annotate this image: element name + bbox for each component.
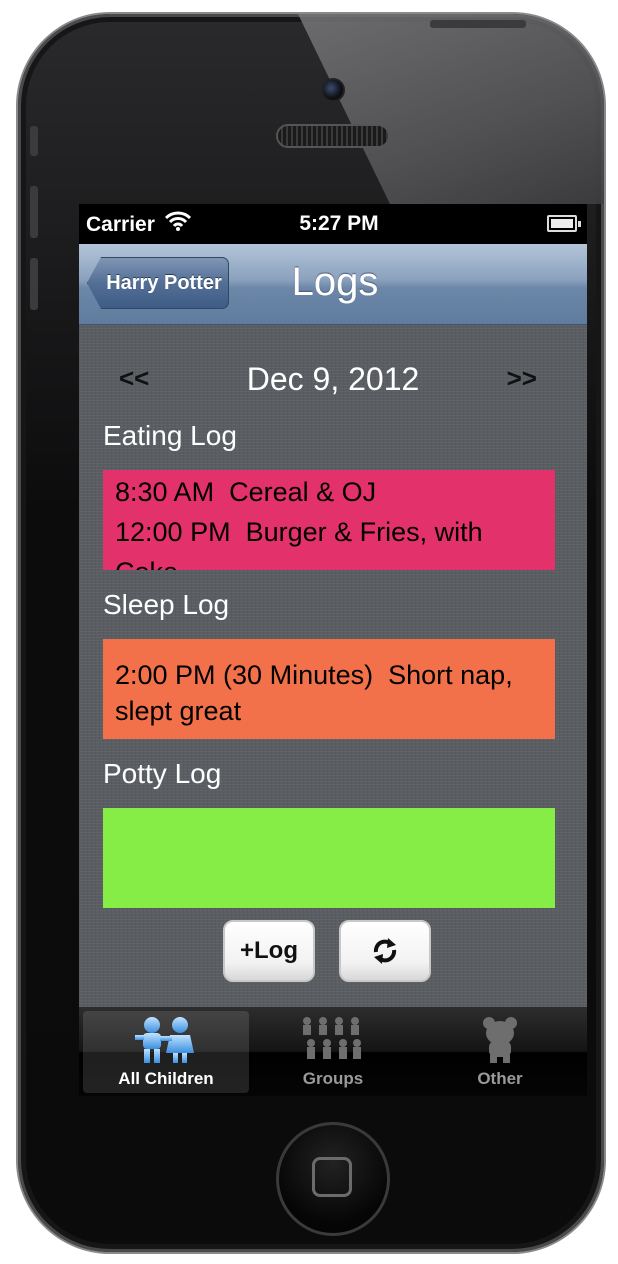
tab-other[interactable]: Other xyxy=(417,1011,583,1093)
tab-label: All Children xyxy=(118,1069,214,1088)
wifi-icon xyxy=(165,211,191,231)
earpiece-speaker xyxy=(276,124,390,148)
tab-label: Other xyxy=(477,1069,523,1088)
potty-log-box[interactable] xyxy=(103,808,555,908)
logs-content: << Dec 9, 2012 >> Eating Log 8:30 AM Cer… xyxy=(79,325,587,1007)
current-date: Dec 9, 2012 xyxy=(246,361,420,397)
navigation-bar: Harry Potter Logs xyxy=(79,244,587,325)
eating-log-label: Eating Log xyxy=(103,420,237,451)
status-bar: Carrier 5:27 PM xyxy=(79,204,587,244)
tab-label: Groups xyxy=(302,1069,364,1088)
next-day-button[interactable]: >> xyxy=(507,363,537,394)
volume-up-button xyxy=(30,186,38,238)
groups-icon xyxy=(303,1017,361,1059)
bear-icon xyxy=(483,1017,517,1063)
back-button[interactable]: Harry Potter xyxy=(87,257,229,309)
refresh-button[interactable] xyxy=(339,920,431,982)
log-entry: 12:00 PM Burger & Fries, with Coke xyxy=(115,517,483,570)
volume-down-button xyxy=(30,258,38,310)
glass-glare xyxy=(298,14,604,204)
previous-day-button[interactable]: << xyxy=(119,363,149,394)
mute-switch xyxy=(30,126,38,156)
potty-log-label: Potty Log xyxy=(103,758,222,789)
carrier-label: Carrier xyxy=(86,213,155,236)
phone-frame: Carrier 5:27 PM Harry Potter Logs << Dec… xyxy=(18,14,604,1252)
tab-groups[interactable]: Groups xyxy=(250,1011,416,1093)
eating-log-box[interactable]: 8:30 AM Cereal & OJ 12:00 PM Burger & Fr… xyxy=(103,470,555,570)
add-log-button[interactable]: +Log xyxy=(223,920,315,982)
sleep-log-box[interactable]: 2:00 PM (30 Minutes) Short nap, slept gr… xyxy=(103,639,555,739)
power-button xyxy=(430,20,526,28)
sleep-log-label: Sleep Log xyxy=(103,589,230,620)
home-square-icon xyxy=(312,1157,352,1197)
tab-all-children[interactable]: All Children xyxy=(83,1011,249,1093)
front-camera xyxy=(321,78,345,102)
page-title: Logs xyxy=(291,260,379,304)
status-time: 5:27 PM xyxy=(299,212,379,235)
log-entry: 8:30 AM Cereal & OJ xyxy=(115,477,377,507)
screen: Carrier 5:27 PM Harry Potter Logs << Dec… xyxy=(79,204,587,1096)
tab-bar: All Children Groups Other xyxy=(79,1007,587,1096)
log-entry: 2:00 PM (30 Minutes) Short nap, slept gr… xyxy=(115,660,521,726)
children-icon xyxy=(135,1017,194,1063)
battery-icon xyxy=(547,215,581,232)
refresh-icon xyxy=(373,938,397,964)
date-navigator: << Dec 9, 2012 >> xyxy=(79,355,587,405)
